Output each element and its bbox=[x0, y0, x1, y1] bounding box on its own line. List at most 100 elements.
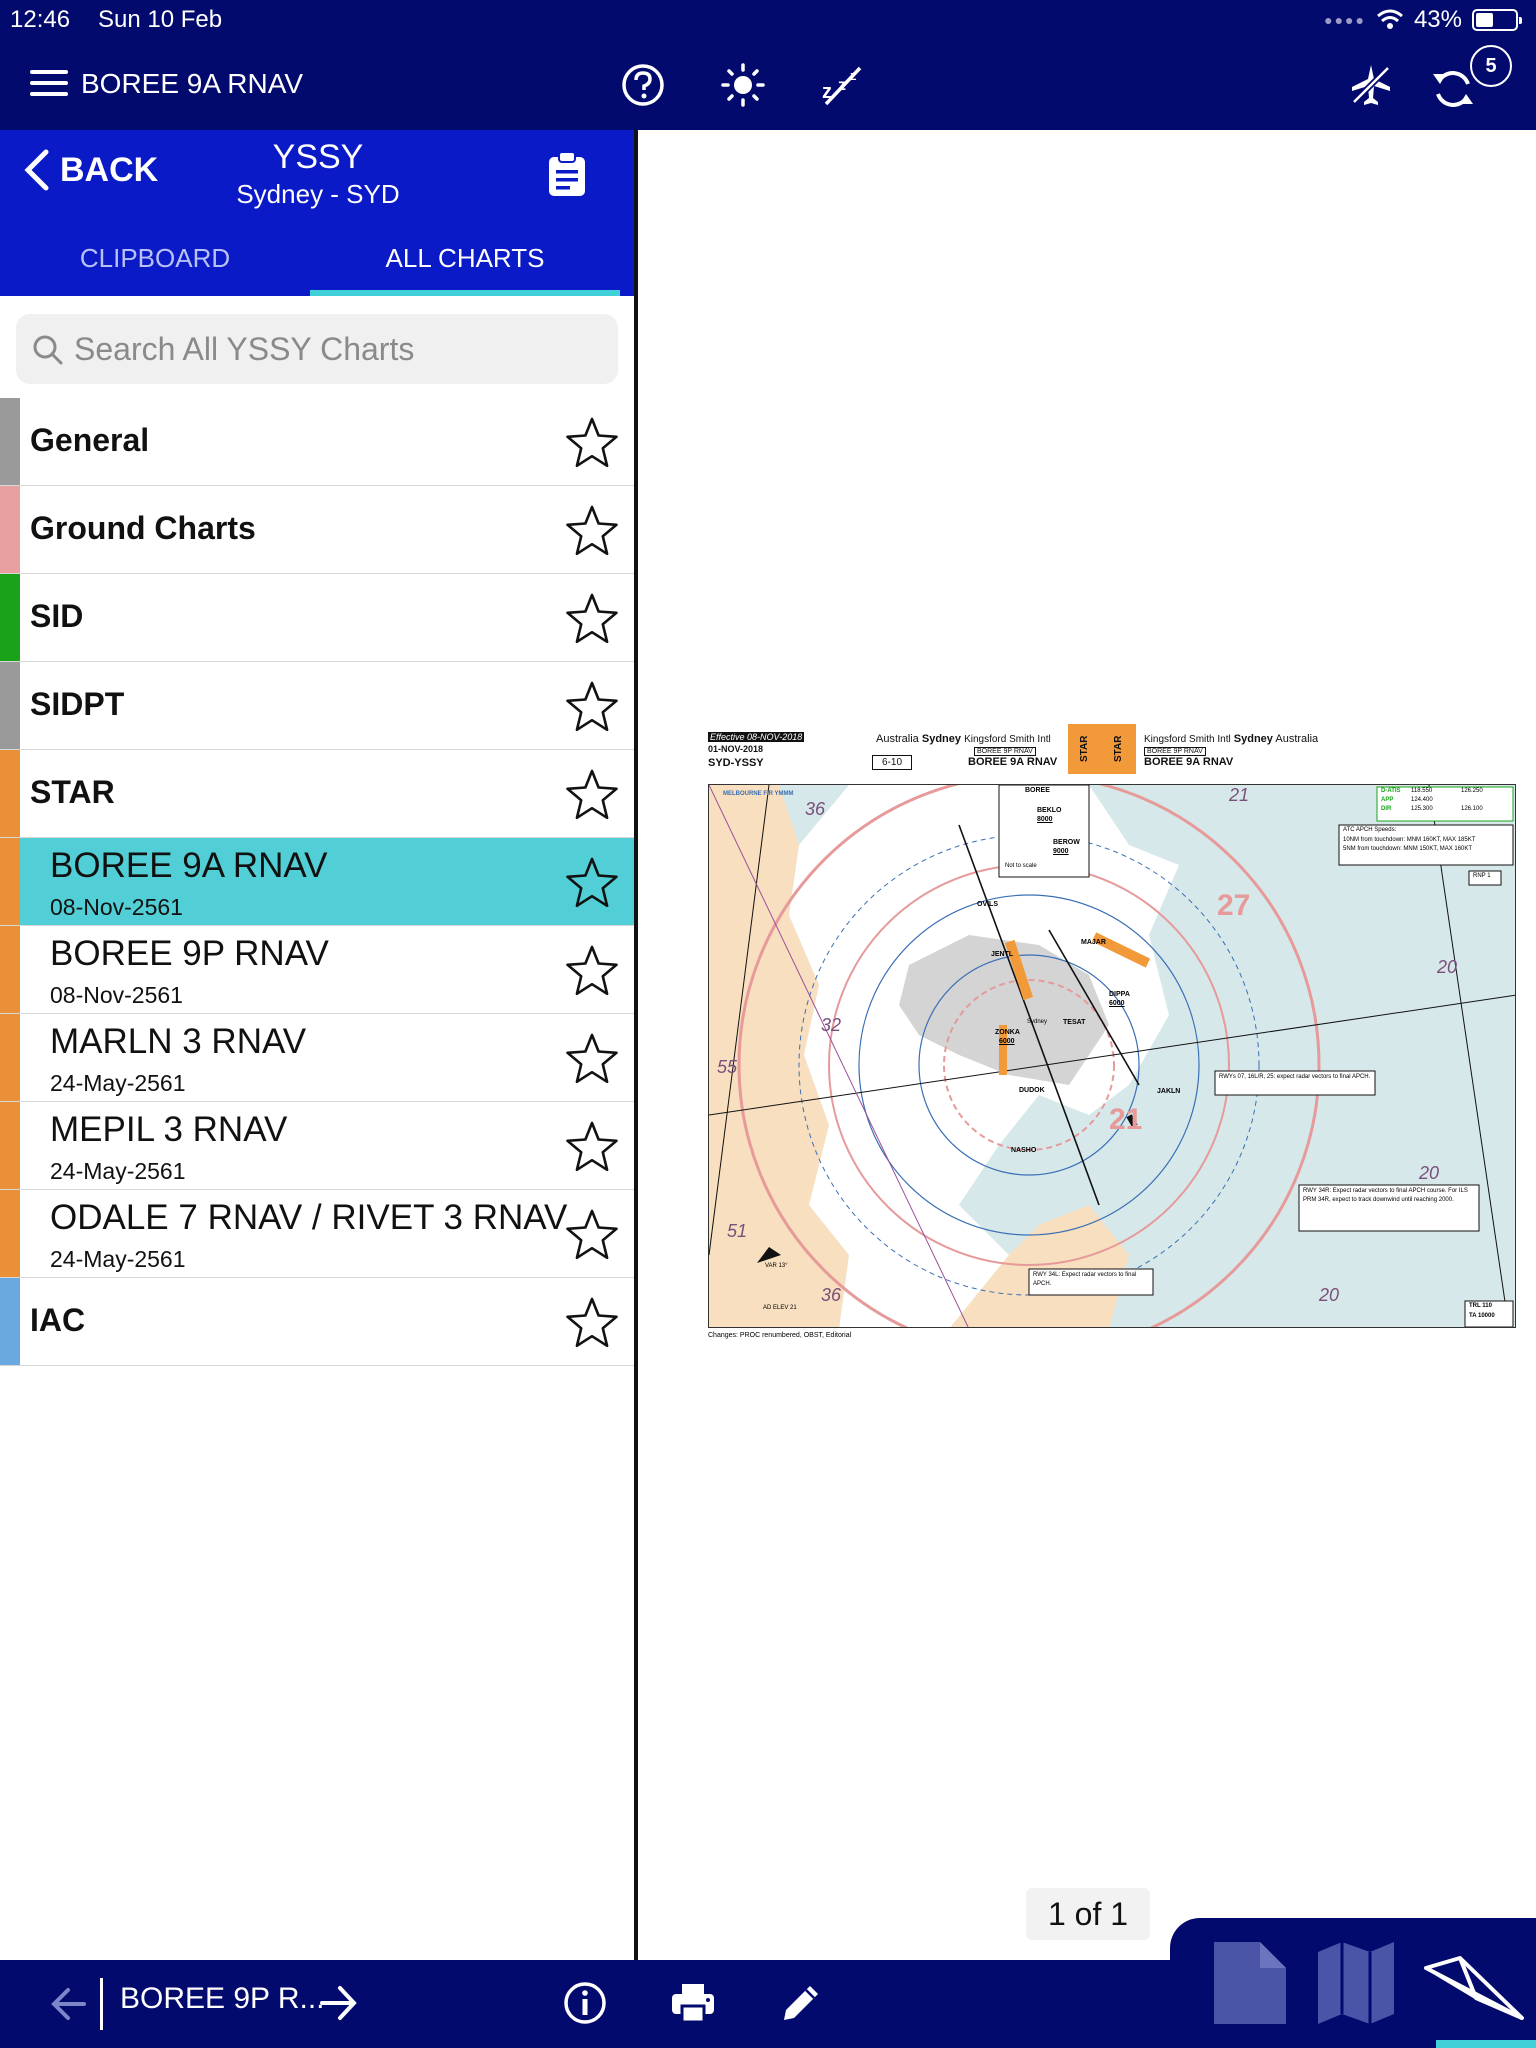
category-color-bar bbox=[0, 1102, 20, 1189]
favorite-button[interactable] bbox=[564, 680, 620, 734]
help-icon[interactable] bbox=[620, 62, 666, 108]
favorite-button[interactable] bbox=[564, 1032, 620, 1086]
star-tag-left: STAR bbox=[1068, 724, 1102, 774]
star-icon[interactable] bbox=[564, 856, 620, 910]
chart-footer-note: Changes: PROC renumbered, OBST, Editoria… bbox=[708, 1332, 852, 1339]
night-mode-off-icon[interactable]: z z z bbox=[820, 62, 866, 108]
star-icon[interactable] bbox=[564, 768, 620, 822]
waypoint-majar: MAJAR bbox=[1081, 939, 1106, 946]
waypoint-ovils: OVILS bbox=[977, 901, 999, 908]
msa-label: 36 bbox=[821, 1285, 842, 1305]
chart-date: 24-May-2561 bbox=[50, 1158, 186, 1184]
back-button[interactable]: BACK bbox=[22, 148, 158, 192]
map-elev-label: AD ELEV 21 bbox=[763, 1305, 797, 1311]
star-icon[interactable] bbox=[564, 1296, 620, 1350]
print-icon[interactable] bbox=[668, 1978, 718, 2028]
map-fir-label: MELBOURNE FIR YMMM bbox=[723, 791, 794, 797]
category-row[interactable]: IAC bbox=[0, 1278, 634, 1366]
freq-label-atis: D-ATIS bbox=[1381, 788, 1401, 794]
star-icon[interactable] bbox=[564, 592, 620, 646]
favorite-button[interactable] bbox=[564, 856, 620, 910]
document-icon[interactable] bbox=[1210, 1938, 1290, 2028]
star-icon[interactable] bbox=[564, 680, 620, 734]
chart-proc-box: BOREE 9P RNAV bbox=[974, 747, 1036, 756]
search-box bbox=[16, 314, 618, 384]
ta-label: TA 10000 bbox=[1469, 1313, 1495, 1319]
favorite-button[interactable] bbox=[564, 1208, 620, 1262]
favorite-button[interactable] bbox=[564, 1296, 620, 1350]
tab-clipboard[interactable]: CLIPBOARD bbox=[0, 230, 310, 296]
arrow-left-icon[interactable] bbox=[48, 1984, 88, 2024]
tab-all-charts[interactable]: ALL CHARTS bbox=[310, 230, 620, 296]
category-label: General bbox=[30, 422, 150, 458]
sync-icon[interactable] bbox=[1430, 66, 1476, 112]
chart-list: General Ground Charts SID SIDPT STAR BOREE 9A… bbox=[0, 398, 634, 1366]
top-toolbar: BOREE 9A RNAV z z z 5 bbox=[0, 40, 1536, 130]
chart-name: ODALE 7 RNAV / RIVET 3 RNAV bbox=[50, 1198, 568, 1237]
favorite-button[interactable] bbox=[564, 1120, 620, 1174]
category-row[interactable]: SIDPT bbox=[0, 662, 634, 750]
favorite-button[interactable] bbox=[564, 944, 620, 998]
pencil-icon[interactable] bbox=[776, 1978, 826, 2028]
freq-value-app: 124.400 bbox=[1411, 797, 1433, 803]
atc-speed-line1: 10NM from touchdown: MNM 160KT, MAX 185K… bbox=[1343, 837, 1476, 843]
back-label: BACK bbox=[60, 150, 159, 189]
msa-label-large: 27 bbox=[1217, 889, 1251, 922]
chart-proc-title-right: BOREE 9A RNAV bbox=[1144, 756, 1234, 768]
star-icon[interactable] bbox=[564, 416, 620, 470]
waypoint-tesat: TESAT bbox=[1063, 1019, 1086, 1026]
category-color-bar bbox=[0, 1190, 20, 1277]
arrow-right-icon[interactable] bbox=[318, 1982, 360, 2024]
chart-name: BOREE 9P RNAV bbox=[50, 934, 329, 973]
category-row[interactable]: SID bbox=[0, 574, 634, 662]
category-color-bar bbox=[0, 574, 20, 661]
next-chart-title[interactable]: BOREE 9P R... bbox=[120, 1982, 325, 2016]
star-icon[interactable] bbox=[564, 1032, 620, 1086]
msa-label: 51 bbox=[727, 1221, 748, 1241]
chart-date: 24-May-2561 bbox=[50, 1246, 186, 1272]
alt-berow: 9000 bbox=[1053, 848, 1069, 855]
search-area bbox=[0, 296, 634, 398]
freq-value-atis: 118.550 bbox=[1411, 788, 1433, 794]
category-row[interactable]: General bbox=[0, 398, 634, 486]
chart-row[interactable]: ODALE 7 RNAV / RIVET 3 RNAV 24-May-2561 bbox=[0, 1190, 634, 1278]
search-input[interactable] bbox=[74, 328, 614, 370]
chart-row[interactable]: MARLN 3 RNAV 24-May-2561 bbox=[0, 1014, 634, 1102]
category-label: SIDPT bbox=[30, 686, 125, 722]
map-icon[interactable] bbox=[1316, 1938, 1396, 2028]
category-label: IAC bbox=[30, 1302, 86, 1338]
freq-alt-atis: 126.250 bbox=[1461, 788, 1483, 794]
wifi-icon bbox=[1376, 9, 1403, 29]
brightness-icon[interactable] bbox=[720, 62, 766, 108]
category-row[interactable]: Ground Charts bbox=[0, 486, 634, 574]
chart-effective: Effective 08-NOV-2018 bbox=[708, 732, 805, 742]
star-icon[interactable] bbox=[564, 1208, 620, 1262]
chart-map-drawing bbox=[709, 785, 1515, 1327]
right-city: Sydney bbox=[1233, 733, 1273, 745]
favorite-button[interactable] bbox=[564, 504, 620, 558]
favorite-button[interactable] bbox=[564, 592, 620, 646]
active-tab-indicator bbox=[1436, 2040, 1536, 2048]
airplane-mode-icon[interactable] bbox=[1348, 62, 1394, 108]
chart-viewer[interactable]: Effective 08-NOV-2018 01-NOV-2018 SYD-YS… bbox=[642, 130, 1536, 1960]
battery-icon bbox=[1472, 9, 1522, 31]
rnp-label: RNP 1 bbox=[1473, 873, 1491, 879]
category-label: SID bbox=[30, 598, 84, 634]
star-icon[interactable] bbox=[564, 944, 620, 998]
star-icon[interactable] bbox=[564, 1120, 620, 1174]
category-row[interactable]: STAR bbox=[0, 750, 634, 838]
clipboard-icon[interactable] bbox=[546, 150, 588, 198]
chart-row[interactable]: BOREE 9P RNAV 08-Nov-2561 bbox=[0, 926, 634, 1014]
info-icon[interactable] bbox=[560, 1978, 610, 2028]
waypoint-dudok: DUDOK bbox=[1019, 1087, 1045, 1094]
paper-plane-icon[interactable] bbox=[1424, 1938, 1524, 2028]
note3-text: RWY 34R: Expect radar vectors to final A… bbox=[1303, 1188, 1468, 1203]
chart-row[interactable]: BOREE 9A RNAV 08-Nov-2561 bbox=[0, 838, 634, 926]
sidebar-header: BACK YSSY Sydney - SYD CLIPBOARD ALL CHA… bbox=[0, 130, 634, 296]
menu-icon[interactable] bbox=[30, 70, 68, 100]
favorite-button[interactable] bbox=[564, 768, 620, 822]
star-icon[interactable] bbox=[564, 504, 620, 558]
favorite-button[interactable] bbox=[564, 416, 620, 470]
chart-row[interactable]: MEPIL 3 RNAV 24-May-2561 bbox=[0, 1102, 634, 1190]
waypoint-jentl: JENTL bbox=[991, 951, 1014, 958]
